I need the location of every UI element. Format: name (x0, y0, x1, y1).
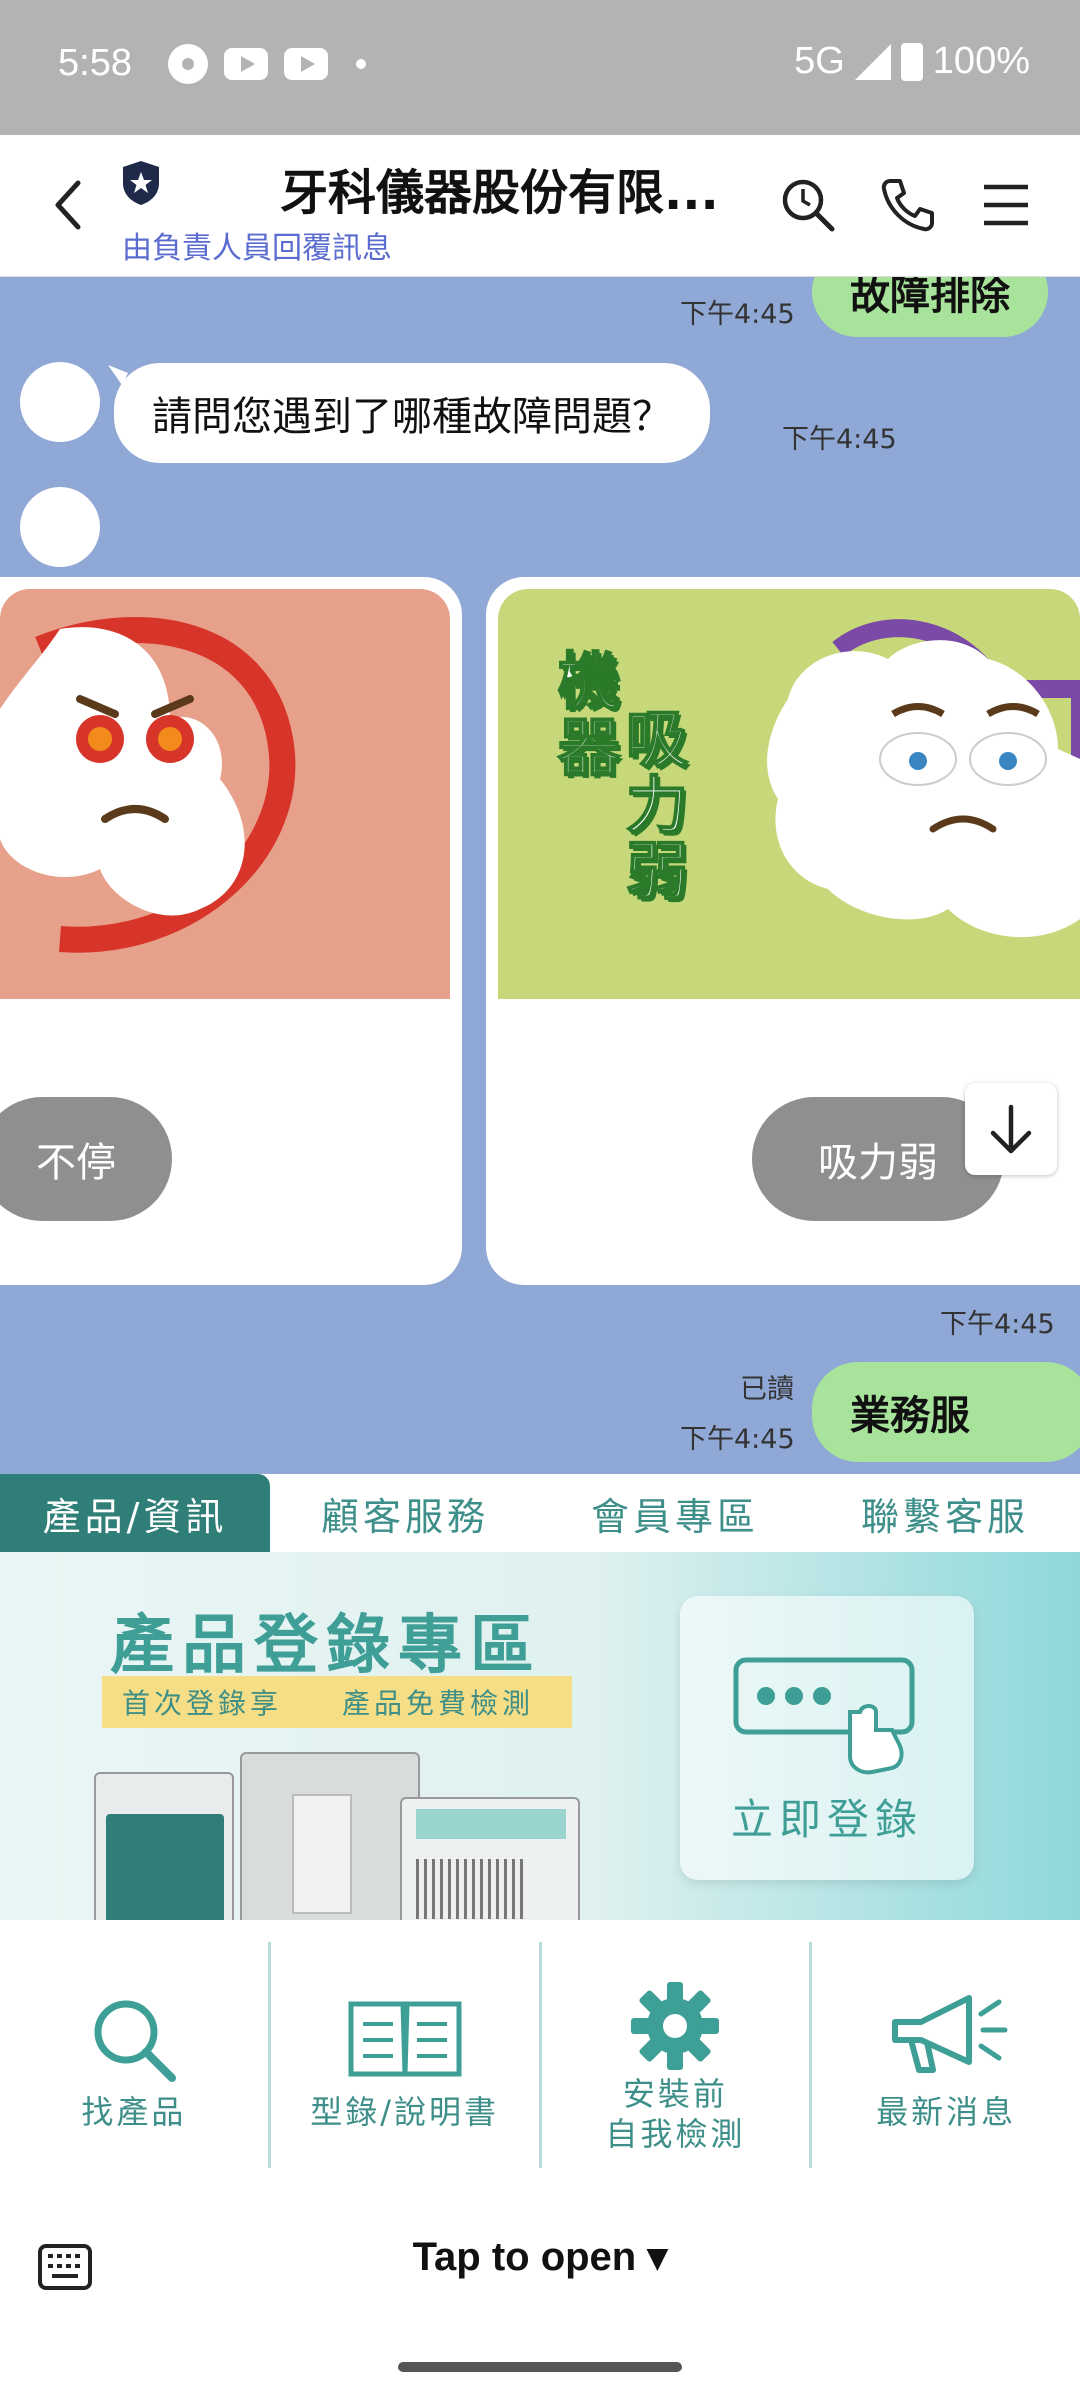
tab-customer-service[interactable]: 顧客服務 (270, 1474, 540, 1552)
notification-icons (168, 44, 366, 84)
chat-title: 牙科儀器股份有限... (280, 165, 719, 221)
tap-to-open-toggle[interactable]: Tap to open ▾ (0, 2234, 1080, 2280)
status-right: 5G 100% (794, 40, 1030, 83)
banner-title: 產品登錄專區 (110, 1609, 542, 1683)
image-text-column-2: 吸 力 弱 (625, 703, 689, 908)
incoming-message[interactable]: 請問您遇到了哪種故障問題？ (114, 363, 710, 463)
outgoing-message[interactable]: 故障排除 (812, 277, 1048, 337)
network-label: 5G (794, 40, 845, 82)
promo-text-right: 產品免費檢測 (342, 1687, 535, 1720)
battery-percent: 100% (932, 40, 1030, 82)
megaphone-icon (892, 1995, 1008, 2073)
self-check-button[interactable]: 安裝前 自我檢測 (542, 1942, 813, 2168)
register-now-label: 立即登錄 (730, 1795, 923, 1844)
status-bar: 5:58 5G 100% (0, 0, 1080, 135)
outgoing-message[interactable]: 業務服 (812, 1362, 1080, 1462)
scroll-to-bottom-button[interactable] (965, 1083, 1057, 1175)
avatar[interactable] (20, 362, 100, 442)
back-arrow-icon[interactable] (48, 175, 88, 235)
register-now-button[interactable]: 立即登錄 (680, 1596, 974, 1880)
chat-subtitle: 由負責人員回覆訊息 (122, 231, 392, 266)
youtube-icon (284, 48, 328, 80)
bottom-bar: Tap to open ▾ (0, 2190, 1080, 2400)
message-time: 下午4:45 (782, 424, 897, 455)
find-product-button[interactable]: 找產品 (0, 1942, 271, 2168)
gear-icon (631, 1982, 720, 2070)
youtube-icon (224, 48, 268, 80)
tab-contact-support[interactable]: 聯繫客服 (810, 1474, 1080, 1552)
chat-header: 牙科儀器股份有限... 由負責人員回覆訊息 (0, 135, 1080, 277)
menu-icon[interactable] (974, 173, 1038, 237)
message-time: 下午4:45 (680, 1424, 795, 1455)
banner-promo-strip: 首次登錄享 產品免費檢測 (102, 1676, 572, 1728)
carousel-card[interactable]: 不停 (0, 577, 462, 1285)
card-image: 機 器 吸 力 弱 (498, 589, 1080, 999)
home-indicator[interactable] (398, 2362, 682, 2372)
latest-news-button[interactable]: 最新消息 (812, 1942, 1080, 2168)
book-icon (348, 2001, 462, 2077)
product-registration-banner[interactable]: 產品登錄專區 首次登錄享 產品免費檢測 立即登錄 (0, 1552, 1080, 1920)
product-machine-image (240, 1752, 420, 1920)
message-time: 下午4:45 (940, 1309, 1055, 1340)
status-time: 5:58 (58, 42, 132, 84)
chat-area[interactable]: 下午4:45 故障排除 請問您遇到了哪種故障問題？ 下午4:45 不停 機 器 … (0, 277, 1080, 1474)
carousel-card[interactable]: 機 器 吸 力 弱 吸力弱 (486, 577, 1080, 1285)
verified-shield-icon (123, 161, 159, 205)
promo-text-left: 首次登錄享 (122, 1687, 283, 1720)
product-machine-image (400, 1797, 580, 1920)
catalog-manual-label: 型錄/說明書 (310, 2093, 500, 2131)
signal-icon (854, 43, 891, 80)
search-icon (94, 2000, 176, 2082)
battery-icon (900, 42, 923, 81)
typing-hand-icon (733, 1657, 915, 1775)
image-text-column-1: 機 器 (557, 645, 621, 784)
catalog-manual-button[interactable]: 型錄/說明書 (271, 1942, 542, 2168)
more-notifications-icon (356, 59, 366, 69)
search-icon[interactable] (776, 173, 840, 237)
tab-products-info[interactable]: 產品/資訊 (0, 1474, 270, 1552)
message-time: 下午4:45 (680, 299, 795, 330)
avatar[interactable] (20, 487, 100, 567)
self-check-label: 安裝前 自我檢測 (605, 2075, 746, 2153)
card-image (0, 589, 450, 999)
product-machine-image (94, 1772, 234, 1920)
app-notification-icon (168, 44, 208, 84)
rich-menu-buttons: 找產品 型錄/說明書 安裝前 自我檢測 最新消息 (0, 1920, 1080, 2190)
find-product-label: 找產品 (81, 2093, 187, 2131)
rich-menu-tabs: 產品/資訊 顧客服務 會員專區 聯繫客服 (0, 1474, 1080, 1552)
phone-icon[interactable] (876, 173, 940, 237)
angry-mascot-image (0, 617, 296, 953)
card-button[interactable]: 不停 (0, 1097, 172, 1221)
read-receipt: 已讀 (740, 1374, 794, 1405)
latest-news-label: 最新消息 (876, 2093, 1017, 2131)
arrow-down-icon (990, 1104, 1032, 1154)
tab-member-area[interactable]: 會員專區 (540, 1474, 810, 1552)
